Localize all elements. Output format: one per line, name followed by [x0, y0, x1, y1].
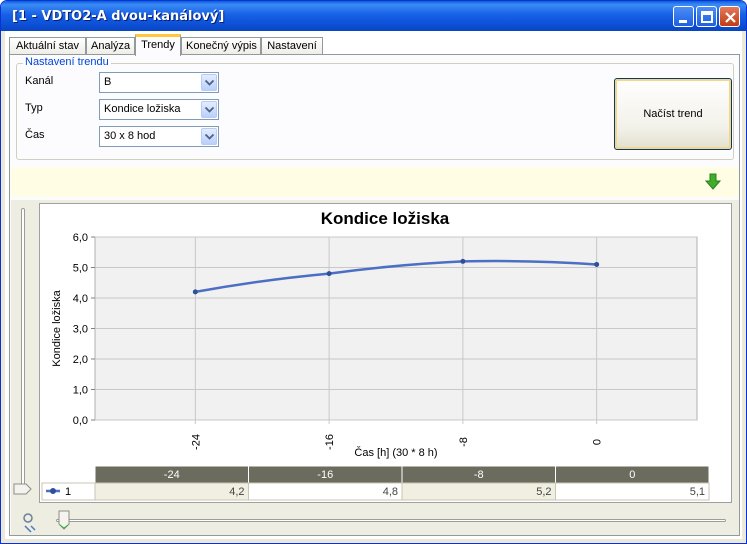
table-value-cell	[94, 482, 249, 501]
table-header-label: 0	[629, 469, 635, 481]
x-tick-label: 0	[592, 439, 604, 445]
channel-dropdown-button[interactable]	[201, 74, 217, 91]
table-header-label: -8	[474, 469, 484, 481]
data-point	[326, 271, 332, 277]
table-value: 4,2	[229, 486, 244, 498]
horizontal-slider-thumb[interactable]	[58, 510, 70, 530]
channel-select[interactable]: B	[99, 72, 219, 93]
type-select[interactable]: Kondice ložiska	[99, 99, 219, 120]
table-value-cell	[555, 482, 710, 501]
channel-label: Kanál	[25, 75, 54, 87]
y-tick-label: 5,0	[73, 263, 88, 275]
x-axis-label: Čas [h] (30 * 8 h)	[354, 446, 437, 459]
type-label: Typ	[25, 102, 43, 114]
table-value: 5,2	[536, 486, 551, 498]
info-strip	[11, 167, 739, 197]
data-point	[594, 261, 600, 267]
minimize-icon	[679, 20, 687, 23]
vertical-slider-track[interactable]	[21, 208, 25, 490]
table-value-cell	[248, 482, 403, 501]
chevron-down-icon	[205, 80, 214, 86]
x-tick-label: -24	[190, 434, 202, 450]
chart-title: Kondice ložiska	[321, 209, 450, 228]
close-icon	[725, 12, 736, 23]
minimize-button[interactable]	[673, 6, 694, 27]
data-point	[460, 258, 466, 264]
type-dropdown-button[interactable]	[201, 101, 217, 118]
x-tick-label: -8	[458, 437, 470, 447]
y-axis-label: Kondice ložiska	[51, 289, 63, 366]
tab-trendy[interactable]: Trendy	[135, 34, 181, 56]
download-arrow-icon[interactable]	[705, 173, 721, 190]
horizontal-slider-track[interactable]	[56, 519, 726, 522]
y-tick-label: 3,0	[73, 324, 88, 336]
zoom-icon[interactable]	[21, 512, 39, 534]
chevron-down-icon	[205, 107, 214, 113]
title-bar[interactable]: [1 - VDTO2-A dvou-kanálový]	[1, 1, 746, 31]
vertical-slider-thumb[interactable]	[13, 483, 33, 495]
trend-chart: Kondice ložiska 6,0 5,0 4,0 3,0 2,0 1,0 0,0 -24 -…	[41, 209, 710, 501]
time-value: 30 x 8 hod	[104, 130, 156, 142]
window-title: [1 - VDTO2-A dvou-kanálový]	[12, 9, 225, 24]
type-value: Kondice ložiska	[104, 103, 181, 115]
chart-area: Kondice ložiska 6,0 5,0 4,0 3,0 2,0 1,0 0,0 -24 -…	[11, 200, 739, 535]
client-area: Aktuální stav Analýza Trendy Konečný výp…	[5, 31, 742, 539]
legend-marker	[50, 488, 56, 494]
chart-box: Kondice ložiska 6,0 5,0 4,0 3,0 2,0 1,0 0,0 -24 -…	[39, 203, 732, 503]
data-point	[192, 289, 198, 295]
table-header-label: -16	[317, 469, 333, 481]
group-legend: Nastavení trendu	[23, 56, 111, 68]
y-tick-label: 0,0	[73, 415, 88, 427]
time-select[interactable]: 30 x 8 hod	[99, 126, 219, 147]
table-header-label: -24	[164, 469, 180, 481]
load-trend-button[interactable]: Načíst trend	[614, 78, 732, 150]
table-value-cell	[401, 482, 556, 501]
time-label: Čas	[25, 129, 45, 141]
x-tick-label: -16	[324, 434, 336, 450]
time-dropdown-button[interactable]	[201, 128, 217, 145]
trend-settings-group: Nastavení trendu Kanál B Typ Kondice lož…	[16, 56, 734, 160]
trends-panel: Nastavení trendu Kanál B Typ Kondice lož…	[9, 54, 740, 536]
maximize-button[interactable]	[696, 6, 717, 27]
channel-value: B	[104, 76, 112, 88]
legend-series-name: 1	[65, 486, 71, 498]
app-window: [1 - VDTO2-A dvou-kanálový] Aktuální sta…	[0, 0, 747, 544]
table-value: 5,1	[690, 486, 705, 498]
y-tick-label: 4,0	[73, 293, 88, 305]
horizontal-slider[interactable]	[51, 510, 733, 530]
close-button[interactable]	[719, 6, 740, 27]
maximize-icon	[701, 11, 713, 23]
table-value: 4,8	[383, 486, 398, 498]
y-tick-label: 1,0	[73, 385, 88, 397]
chevron-down-icon	[205, 134, 214, 140]
y-tick-label: 6,0	[73, 232, 88, 244]
y-tick-label: 2,0	[73, 354, 88, 366]
